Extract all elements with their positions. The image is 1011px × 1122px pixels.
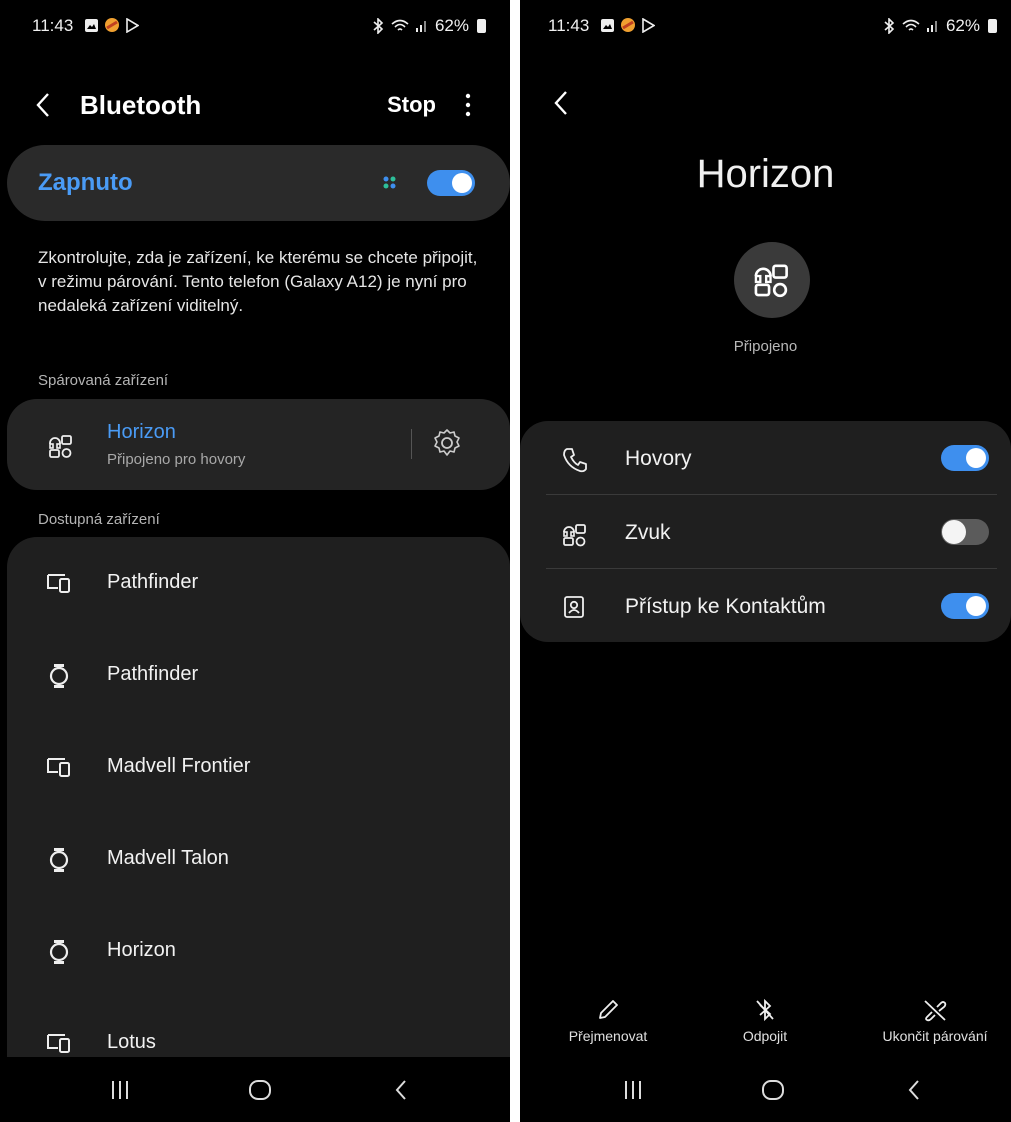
notification-icons	[84, 17, 139, 33]
battery-percent: 62%	[434, 16, 469, 35]
watch-icon	[49, 664, 69, 688]
profile-label: Přístup ke Kontaktům	[625, 595, 826, 618]
devices-icon	[47, 1034, 70, 1053]
calls-switch[interactable]	[941, 445, 989, 471]
profile-row-calls[interactable]: Hovory	[520, 421, 1011, 494]
app-notification-icon	[105, 18, 119, 32]
system-nav-bar	[0, 1058, 510, 1122]
audio-device-icon	[563, 524, 586, 547]
home-icon[interactable]	[761, 1078, 785, 1102]
status-right: 62%	[882, 16, 997, 36]
available-device-row[interactable]: Pathfinder	[7, 629, 510, 721]
wifi-status-icon	[902, 19, 920, 31]
signal-status-icon	[415, 21, 426, 32]
available-device-name: Horizon	[107, 939, 176, 961]
nav-back-icon[interactable]	[392, 1078, 410, 1102]
available-device-row[interactable]: Horizon	[7, 905, 510, 997]
available-device-name: Pathfinder	[107, 663, 199, 685]
nav-back-icon[interactable]	[905, 1078, 923, 1102]
status-right: 62%	[371, 16, 486, 36]
signal-status-icon	[926, 21, 937, 32]
gear-icon[interactable]	[431, 427, 463, 459]
rename-button[interactable]: Přejmenovat	[550, 998, 666, 1044]
recent-apps-icon[interactable]	[110, 1078, 130, 1102]
app-header: Bluetooth Stop	[0, 82, 510, 128]
devices-icon	[47, 574, 70, 593]
status-time: 11:43	[32, 16, 74, 35]
rename-label: Přejmenovat	[568, 1028, 648, 1044]
status-time: 11:43	[548, 16, 590, 35]
available-device-row[interactable]: Madvell Talon	[7, 813, 510, 905]
back-button[interactable]	[550, 88, 574, 118]
device-title: Horizon	[696, 152, 835, 196]
disconnect-label: Odpojit	[742, 1028, 788, 1044]
unpair-label: Ukončit párování	[882, 1028, 988, 1044]
unpair-button[interactable]: Ukončit párování	[870, 998, 1000, 1044]
paired-device-name: Horizon	[107, 421, 176, 443]
system-nav-bar	[520, 1058, 1011, 1122]
recent-apps-icon[interactable]	[623, 1078, 643, 1102]
bluetooth-master-toggle[interactable]: Zapnuto	[7, 145, 510, 221]
gallery-notification-icon	[601, 18, 614, 32]
profiles-card: Hovory Zvuk Přístup ke Kontaktům	[520, 421, 1011, 642]
bluetooth-switch[interactable]	[427, 170, 475, 196]
pencil-icon	[599, 1000, 618, 1019]
available-device-name: Madvell Talon	[107, 847, 229, 869]
notification-icons	[600, 17, 655, 33]
bluetooth-off-icon	[756, 998, 774, 1022]
available-device-row[interactable]: Madvell Frontier	[7, 721, 510, 813]
audio-device-icon	[49, 435, 72, 458]
contacts-switch[interactable]	[941, 593, 989, 619]
more-options-icon[interactable]	[462, 90, 474, 120]
stop-scan-button[interactable]: Stop	[387, 92, 436, 118]
unlink-icon	[924, 1000, 947, 1022]
paired-device-status: Připojeno pro hovory	[107, 451, 246, 468]
toggle-label: Zapnuto	[38, 169, 133, 196]
audio-device-icon	[754, 264, 788, 298]
status-bar: 11:43 62%	[0, 14, 510, 40]
phone-icon	[563, 448, 587, 473]
audio-switch[interactable]	[941, 519, 989, 545]
scanning-dots-icon	[383, 176, 396, 189]
paired-section-label: Spárovaná zařízení	[38, 372, 169, 389]
back-button[interactable]	[32, 90, 56, 120]
battery-icon	[988, 19, 997, 33]
watch-icon	[49, 848, 69, 872]
profile-row-audio[interactable]: Zvuk	[520, 495, 1011, 568]
connection-status: Připojeno	[733, 338, 798, 355]
bluetooth-status-icon	[884, 18, 895, 34]
app-notification-icon	[621, 18, 635, 32]
profile-row-contacts[interactable]: Přístup ke Kontaktům	[520, 569, 1011, 642]
wifi-status-icon	[391, 19, 409, 31]
contact-icon	[564, 596, 584, 618]
available-devices-list: Pathfinder Pathfinder Madvell Frontier M…	[7, 537, 510, 1057]
play-store-notification-icon	[126, 17, 139, 33]
bluetooth-status-icon	[373, 18, 384, 34]
profile-label: Hovory	[625, 447, 692, 470]
available-device-name: Madvell Frontier	[107, 755, 251, 777]
disconnect-button[interactable]: Odpojit	[710, 998, 820, 1044]
devices-icon	[47, 758, 70, 777]
settings-divider	[411, 429, 412, 459]
available-device-name: Lotus	[107, 1031, 156, 1053]
paired-device-row[interactable]: Horizon Připojeno pro hovory	[7, 399, 510, 490]
pairing-description: Zkontrolujte, zda je zařízení, ke kterém…	[38, 248, 478, 315]
available-section-label: Dostupná zařízení	[38, 511, 160, 528]
home-icon[interactable]	[248, 1078, 272, 1102]
device-details-screen: 11:43 62% Horizon Připojeno Hovory Zvuk …	[520, 0, 1011, 1122]
available-device-row[interactable]: Pathfinder	[7, 537, 510, 629]
watch-icon	[49, 940, 69, 964]
gallery-notification-icon	[85, 18, 98, 32]
battery-icon	[477, 19, 486, 33]
bluetooth-settings-screen: 11:43 62% Bluetooth Stop Zapnuto Zkontro…	[0, 0, 510, 1122]
play-store-notification-icon	[642, 17, 655, 33]
available-device-name: Pathfinder	[107, 571, 199, 593]
profile-label: Zvuk	[625, 521, 671, 544]
device-avatar	[734, 242, 810, 318]
available-device-row[interactable]: Lotus	[7, 997, 510, 1057]
status-bar: 11:43 62%	[520, 14, 1011, 40]
page-title: Bluetooth	[80, 90, 202, 120]
battery-percent: 62%	[945, 16, 980, 35]
bottom-action-bar: Přejmenovat Odpojit Ukončit párování	[520, 998, 1011, 1058]
